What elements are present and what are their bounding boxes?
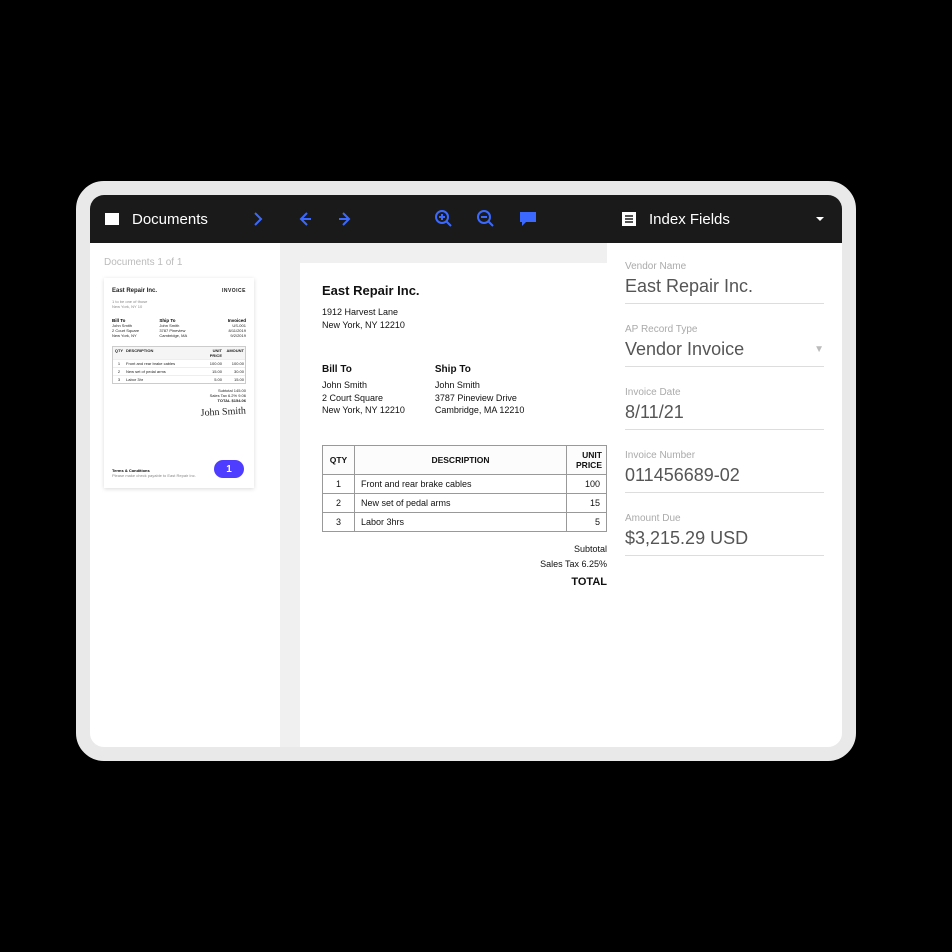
- documents-icon: [102, 209, 122, 229]
- field-amount-due[interactable]: Amount Due $3,215.29 USD: [625, 513, 824, 556]
- line-items-table: QTY DESCRIPTION UNIT PRICE 1Front and re…: [322, 445, 607, 532]
- zoom-out-icon[interactable]: [476, 209, 496, 229]
- shipto-section: Ship To John Smith 3787 Pineview Drive C…: [435, 363, 525, 417]
- index-caret-icon[interactable]: [810, 209, 830, 229]
- field-vendor-name[interactable]: Vendor Name East Repair Inc.: [625, 261, 824, 304]
- topbar: Documents: [90, 195, 842, 243]
- field-record-type[interactable]: AP Record Type Vendor Invoice▼: [625, 324, 824, 367]
- index-title: Index Fields: [649, 211, 730, 228]
- app-screen: Documents: [90, 195, 842, 747]
- main-content: Documents 1 of 1 East Repair Inc. INVOIC…: [90, 243, 842, 747]
- page-badge: 1: [214, 460, 244, 478]
- thumbnail-page[interactable]: East Repair Inc. INVOICE 1 to be one of …: [104, 278, 254, 488]
- company-name: East Repair Inc.: [322, 283, 593, 298]
- chevron-right-icon[interactable]: [248, 209, 268, 229]
- table-row: 1Front and rear brake cables100: [323, 474, 607, 493]
- forward-arrow-icon[interactable]: [336, 209, 356, 229]
- field-invoice-date[interactable]: Invoice Date 8/11/21: [625, 387, 824, 430]
- index-icon: [619, 209, 639, 229]
- tablet-side-buttons: [844, 438, 850, 498]
- field-invoice-number[interactable]: Invoice Number 011456689-02: [625, 450, 824, 493]
- table-row: 3Labor 3hrs5: [323, 512, 607, 531]
- signature: John Smith: [112, 405, 246, 423]
- thumbnail-panel: Documents 1 of 1 East Repair Inc. INVOIC…: [90, 243, 280, 747]
- table-row: 2New set of pedal arms15: [323, 493, 607, 512]
- zoom-in-icon[interactable]: [434, 209, 454, 229]
- tablet-frame: Documents: [76, 181, 856, 761]
- document-page: East Repair Inc. 1912 Harvest Lane New Y…: [300, 263, 607, 747]
- back-arrow-icon[interactable]: [294, 209, 314, 229]
- caret-down-icon[interactable]: ▼: [814, 344, 824, 355]
- comment-icon[interactable]: [518, 209, 538, 229]
- document-viewer[interactable]: East Repair Inc. 1912 Harvest Lane New Y…: [280, 243, 607, 747]
- doc-count-label: Documents 1 of 1: [104, 257, 266, 268]
- billto-section: Bill To John Smith 2 Court Square New Yo…: [322, 363, 405, 417]
- index-fields-panel: Vendor Name East Repair Inc. AP Record T…: [607, 243, 842, 747]
- documents-title: Documents: [132, 211, 208, 228]
